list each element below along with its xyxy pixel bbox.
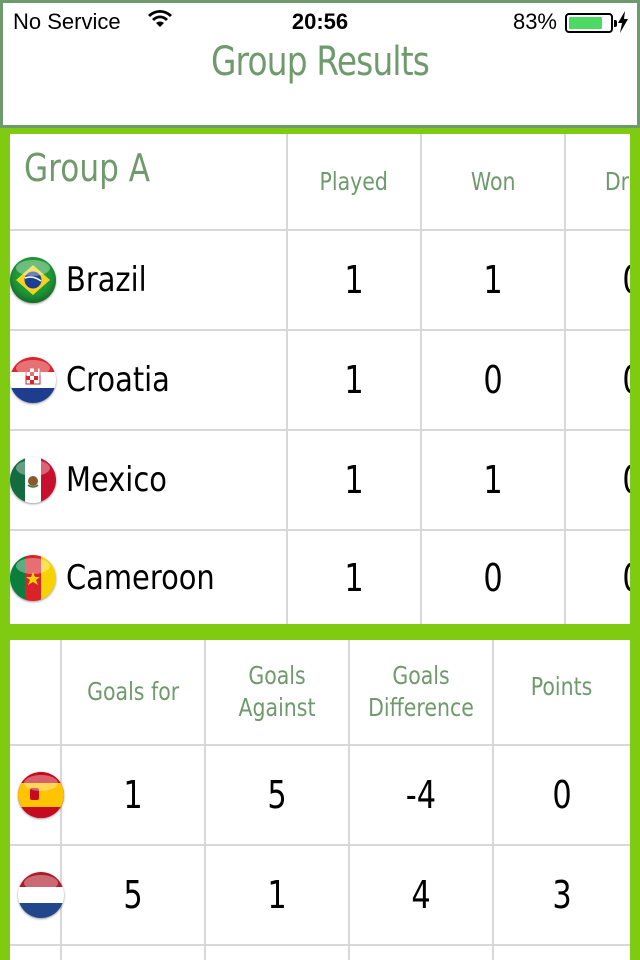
team-name: Cameroon: [66, 557, 215, 598]
brazil-flag-icon: [10, 257, 56, 303]
table-cell: [206, 946, 350, 960]
team-name: Croatia: [66, 360, 170, 400]
played-cell: 1: [288, 431, 422, 531]
goals-difference-cell: 4: [350, 846, 494, 946]
draw-cell: 0: [566, 231, 630, 331]
column-header-label: Points: [531, 672, 593, 701]
status-bar: No Service 20:56 83%: [3, 3, 637, 41]
won-value: 1: [483, 258, 503, 302]
played-cell: 1: [288, 531, 422, 624]
draw-value: 0: [622, 258, 630, 302]
points-cell: 3: [494, 846, 630, 946]
spain-flag-icon: [18, 772, 64, 818]
battery-percent: 83%: [512, 9, 557, 34]
charging-bolt-icon: [618, 11, 628, 33]
page-title: Group Results: [210, 39, 430, 85]
table-row[interactable]: [10, 946, 62, 960]
group-table: Group A Played Won Draw Brazil 1 1 0: [10, 134, 630, 624]
battery-fill: [569, 17, 603, 29]
mexico-flag-icon: [10, 457, 56, 503]
goals-difference-value: 4: [411, 873, 431, 917]
team-name: Brazil: [66, 260, 147, 300]
won-cell: 1: [422, 231, 566, 331]
draw-cell: 0: [566, 431, 630, 531]
goals-for-value: 1: [123, 773, 143, 817]
column-header-label: Draw: [605, 166, 630, 196]
column-header-label: Played: [319, 166, 389, 196]
points-value: 3: [552, 873, 572, 917]
points-cell: 0: [494, 746, 630, 846]
header: No Service 20:56 83% Group Results: [0, 0, 640, 128]
goals-for-cell: 1: [62, 746, 206, 846]
draw-value: 0: [622, 458, 630, 502]
column-header-goals-against: Goals Against: [206, 640, 350, 746]
column-header-goals-for: Goals for: [62, 640, 206, 746]
goals-against-value: 5: [267, 773, 287, 817]
played-value: 1: [344, 458, 364, 502]
table-row[interactable]: Cameroon: [10, 531, 288, 624]
goals-difference-cell: -4: [350, 746, 494, 846]
table-row[interactable]: Brazil: [10, 231, 288, 331]
goals-against-value: 1: [267, 873, 287, 917]
table-row[interactable]: Croatia: [10, 331, 288, 431]
flag-column-header: [10, 640, 62, 746]
played-value: 1: [344, 555, 364, 600]
draw-cell: 0: [566, 531, 630, 624]
cameroon-flag-icon: [10, 554, 56, 601]
battery-icon: [565, 13, 617, 33]
netherlands-flag-icon: [18, 872, 64, 918]
played-cell: 1: [288, 231, 422, 331]
draw-cell: 0: [566, 331, 630, 431]
column-header-label: Goals Against: [238, 661, 316, 722]
table-cell: [494, 946, 630, 960]
column-header-goals-difference: Goals Difference: [350, 640, 494, 746]
table-cell: [350, 946, 494, 960]
played-value: 1: [344, 258, 364, 302]
column-header-won: Won: [422, 134, 566, 231]
column-header-label: Goals for: [86, 677, 180, 706]
goals-table: Goals for Goals Against Goals Difference…: [10, 640, 630, 960]
draw-value: 0: [622, 556, 630, 600]
played-cell: 1: [288, 331, 422, 431]
group-title-cell: Group A: [10, 134, 288, 231]
goals-for-value: 5: [123, 873, 143, 917]
goals-for-cell: 5: [62, 846, 206, 946]
table-row[interactable]: Mexico: [10, 431, 288, 531]
won-value: 0: [483, 555, 503, 600]
goals-against-cell: 5: [206, 746, 350, 846]
goals-difference-value: -4: [405, 773, 437, 817]
group-title: Group A: [24, 146, 151, 190]
won-cell: 1: [422, 431, 566, 531]
won-cell: 0: [422, 531, 566, 624]
column-header-points: Points: [494, 640, 630, 746]
column-header-label: Won: [470, 166, 516, 196]
column-header-draw: Draw: [566, 134, 630, 231]
team-name: Mexico: [66, 460, 167, 500]
column-header-played: Played: [288, 134, 422, 231]
table-cell: [62, 946, 206, 960]
played-value: 1: [344, 358, 364, 402]
won-value: 0: [483, 358, 503, 402]
won-value: 1: [483, 458, 503, 502]
points-value: 0: [552, 773, 572, 817]
draw-value: 0: [622, 358, 630, 402]
table-row[interactable]: [10, 746, 64, 846]
croatia-flag-icon: [10, 357, 56, 403]
won-cell: 0: [422, 331, 566, 431]
table-row[interactable]: [10, 846, 64, 946]
column-header-label: Goals Difference: [368, 661, 474, 722]
goals-against-cell: 1: [206, 846, 350, 946]
